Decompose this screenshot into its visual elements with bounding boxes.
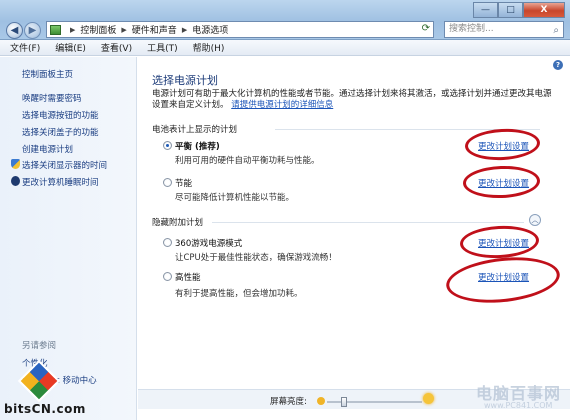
- section-divider: [212, 222, 524, 223]
- brightness-label: 屏幕亮度:: [270, 397, 307, 407]
- plan-name-high-performance[interactable]: 高性能: [175, 271, 201, 283]
- sidebar-item-sleep[interactable]: 更改计算机睡眠时间: [22, 176, 99, 188]
- menu-file[interactable]: 文件(F): [10, 41, 40, 54]
- bright-sun-icon: [423, 393, 434, 404]
- breadcrumb-arrow-icon: ▶: [70, 25, 76, 34]
- forward-button[interactable]: ▶: [24, 22, 41, 39]
- breadcrumb-item[interactable]: 电源选项: [192, 23, 228, 36]
- dim-sun-icon: [317, 397, 325, 405]
- bitscn-logo-icon: [17, 359, 61, 403]
- sidebar-item-display-off[interactable]: 选择关闭显示器的时间: [22, 159, 107, 171]
- sidebar-item-lid[interactable]: 选择关闭盖子的功能: [22, 126, 99, 138]
- search-icon[interactable]: ⌕: [553, 23, 559, 38]
- breadcrumb-item[interactable]: 硬件和声音: [132, 23, 177, 36]
- title-bar: — □ X ◀ ▶ ▶ 控制面板 ▶ 硬件和声音 ▶ 电源选项 ⟳ 搜索控制..…: [0, 0, 570, 40]
- chevron-up-icon[interactable]: ︿: [529, 214, 541, 226]
- control-panel-icon: [50, 24, 61, 35]
- moon-icon: [11, 176, 20, 186]
- slider-thumb[interactable]: [341, 397, 347, 407]
- menu-help[interactable]: 帮助(H): [193, 41, 225, 54]
- plan-desc-power-saver: 尽可能降低计算机性能以节能。: [175, 193, 295, 203]
- maximize-button[interactable]: □: [498, 2, 523, 18]
- shield-icon: [11, 159, 20, 169]
- watermark-text: bitsCN.com: [4, 402, 86, 416]
- menu-tools[interactable]: 工具(T): [147, 41, 178, 54]
- page-title: 选择电源计划: [152, 74, 218, 87]
- see-also-heading: 另请参阅: [22, 341, 57, 351]
- battery-plans-heading: 电池表计上显示的计划: [152, 125, 238, 135]
- plan-radio-power-saver[interactable]: [163, 178, 172, 187]
- watermark-url: www.PC841.COM: [484, 401, 553, 410]
- watermark-pc841: 电脑百事网 www.PC841.COM: [462, 380, 562, 416]
- sidebar-item-power-button[interactable]: 选择电源按钮的功能: [22, 109, 99, 121]
- description-text: 电源计划可有助于最大化计算机的性能或者节能。通过选择计划来将其激活，或选择计划并…: [152, 89, 552, 110]
- menu-bar: 文件(F) 编辑(E) 查看(V) 工具(T) 帮助(H): [0, 40, 570, 56]
- breadcrumb-arrow-icon: ▶: [121, 25, 127, 34]
- plan-desc-360-game: 让CPU处于最佳性能状态，确保游戏流畅！: [175, 253, 337, 263]
- sidebar-home-link[interactable]: 控制面板主页: [22, 68, 73, 80]
- minimize-button[interactable]: —: [473, 2, 498, 18]
- sidebar-item-wake-password[interactable]: 唤醒时需要密码: [22, 92, 82, 104]
- plan-name-power-saver[interactable]: 节能: [175, 177, 192, 189]
- address-bar[interactable]: ▶ 控制面板 ▶ 硬件和声音 ▶ 电源选项 ⟳: [46, 21, 434, 38]
- plan-desc-balanced: 利用可用的硬件自动平衡功耗与性能。: [175, 156, 320, 166]
- plan-radio-balanced[interactable]: [163, 141, 172, 150]
- menu-edit[interactable]: 编辑(E): [55, 41, 86, 54]
- search-input[interactable]: 搜索控制... ⌕: [444, 21, 564, 38]
- plan-desc-high-performance: 有利于提高性能，但会增加功耗。: [175, 289, 303, 299]
- plan-radio-360-game[interactable]: [163, 238, 172, 247]
- hidden-plans-heading: 隐藏附加计划: [152, 218, 204, 228]
- close-button[interactable]: X: [523, 2, 565, 18]
- search-placeholder: 搜索控制...: [449, 24, 494, 34]
- breadcrumb-arrow-icon: ▶: [181, 25, 188, 34]
- brightness-slider[interactable]: [317, 397, 422, 407]
- window-controls: — □ X: [473, 2, 565, 18]
- breadcrumb-item[interactable]: 控制面板: [80, 23, 116, 36]
- help-icon[interactable]: ?: [553, 60, 563, 70]
- page-description: 电源计划可有助于最大化计算机的性能或者节能。通过选择计划来将其激活，或选择计划并…: [152, 89, 557, 111]
- plan-name-360-game[interactable]: 360游戏电源模式: [175, 237, 242, 249]
- back-button[interactable]: ◀: [6, 22, 23, 39]
- plan-name-balanced[interactable]: 平衡 (推荐): [175, 140, 220, 152]
- refresh-icon[interactable]: ⟳: [422, 23, 430, 34]
- watermark-bitscn: bitsCN.com: [4, 359, 85, 420]
- menu-view[interactable]: 查看(V): [101, 41, 132, 54]
- plan-radio-high-performance[interactable]: [163, 272, 172, 281]
- learn-more-link[interactable]: 请提供电源计划的详细信息: [231, 100, 333, 110]
- sidebar-item-create-plan[interactable]: 创建电源计划: [22, 143, 73, 155]
